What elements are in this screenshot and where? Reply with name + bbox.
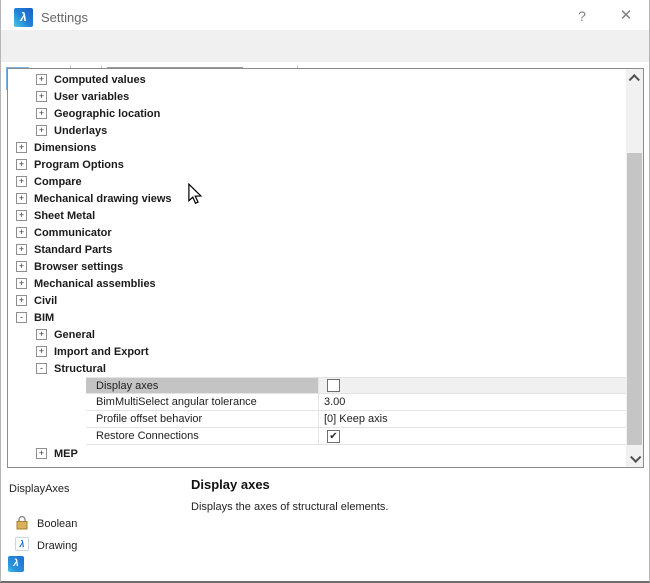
tree-item-underlays[interactable]: + Underlays — [8, 122, 626, 139]
tree-item-compare[interactable]: + Compare — [8, 173, 626, 190]
bricscad-logo-icon: λ — [8, 556, 24, 572]
scroll-down-button[interactable] — [626, 450, 643, 465]
expand-icon[interactable]: + — [16, 244, 27, 255]
tree-item-label: Mechanical assemblies — [34, 278, 156, 290]
expand-icon[interactable]: + — [16, 295, 27, 306]
collapse-icon[interactable]: - — [36, 363, 47, 374]
tree-item-label: Dimensions — [34, 142, 96, 154]
tree-item-label: Structural — [54, 363, 106, 375]
help-button[interactable]: ? — [571, 6, 593, 26]
tree-item-program-options[interactable]: + Program Options — [8, 156, 626, 173]
tree-item-mechanical-assemblies[interactable]: + Mechanical assemblies — [8, 275, 626, 292]
checkbox-restore-connections[interactable]: ✔ — [327, 430, 340, 443]
setting-row-display-axes[interactable]: Display axes — [86, 377, 626, 394]
padlock-icon — [14, 515, 30, 536]
tree-item-label: BIM — [34, 312, 54, 324]
settings-tree-panel: + Computed values + User variables + Geo… — [7, 68, 644, 468]
tree-item-label: User variables — [54, 91, 129, 103]
expand-icon[interactable]: + — [36, 448, 47, 459]
app-logo-icon: λ — [14, 8, 33, 27]
scrollbar-thumb[interactable] — [627, 153, 642, 445]
tree-item-label: Browser settings — [34, 261, 123, 273]
window-title: Settings — [41, 10, 88, 25]
expand-icon[interactable]: + — [16, 278, 27, 289]
tree-item-label: Sheet Metal — [34, 210, 95, 222]
setting-label: Restore Connections — [86, 428, 319, 444]
expand-icon[interactable]: + — [36, 329, 47, 340]
tree-rows: + Computed values + User variables + Geo… — [8, 71, 626, 462]
tree-item-communicator[interactable]: + Communicator — [8, 224, 626, 241]
tree-item-label: Computed values — [54, 74, 146, 86]
expand-icon[interactable]: + — [36, 125, 47, 136]
variable-scope-label: Drawing — [37, 540, 77, 552]
title-bar: λ Settings ? ✕ — [1, 0, 650, 30]
tree-item-label: Compare — [34, 176, 82, 188]
setting-row-restore-connections[interactable]: Restore Connections ✔ — [86, 428, 626, 445]
vertical-scrollbar[interactable] — [626, 69, 643, 467]
tree-item-standard-parts[interactable]: + Standard Parts — [8, 241, 626, 258]
expand-icon[interactable]: + — [16, 193, 27, 204]
drawing-file-icon: λ — [15, 537, 29, 551]
expand-icon[interactable]: + — [36, 74, 47, 85]
tree-item-mechanical-drawing-views[interactable]: + Mechanical drawing views — [8, 190, 626, 207]
expand-icon[interactable]: + — [36, 108, 47, 119]
chevron-down-icon — [630, 451, 641, 462]
tree-item-label: Mechanical drawing views — [34, 193, 172, 205]
tree-item-computed-values[interactable]: + Computed values — [8, 71, 626, 88]
expand-icon[interactable]: + — [16, 159, 27, 170]
setting-row-bimmultiselect-angular-tolerance[interactable]: BimMultiSelect angular tolerance 3.00 — [86, 394, 626, 411]
tree-item-bim[interactable]: - BIM — [8, 309, 626, 326]
expand-icon[interactable]: + — [16, 176, 27, 187]
tree-item-browser-settings[interactable]: + Browser settings — [8, 258, 626, 275]
tree-item-mep[interactable]: + MEP — [8, 445, 626, 462]
expand-icon[interactable]: + — [16, 210, 27, 221]
tree-item-label: Import and Export — [54, 346, 149, 358]
tree-item-label: MEP — [54, 448, 78, 460]
setting-label: Display axes — [86, 378, 319, 393]
setting-label: Profile offset behavior — [86, 411, 319, 427]
expand-icon[interactable]: + — [36, 91, 47, 102]
checkbox-display-axes[interactable] — [327, 379, 340, 392]
tree-item-structural[interactable]: - Structural — [8, 360, 626, 377]
tree-item-label: Program Options — [34, 159, 124, 171]
toolbar: A Z ⚙ ↑ ↓ — [1, 30, 650, 62]
tree-item-dimensions[interactable]: + Dimensions — [8, 139, 626, 156]
tree-item-label: Geographic location — [54, 108, 160, 120]
tree-item-geographic-location[interactable]: + Geographic location — [8, 105, 626, 122]
tree-item-label: Communicator — [34, 227, 112, 239]
expand-icon[interactable]: + — [36, 346, 47, 357]
tree-item-sheet-metal[interactable]: + Sheet Metal — [8, 207, 626, 224]
tree-item-general[interactable]: + General — [8, 326, 626, 343]
variable-type-label: Boolean — [37, 518, 77, 530]
tree-item-user-variables[interactable]: + User variables — [8, 88, 626, 105]
expand-icon[interactable]: + — [16, 142, 27, 153]
tree-item-label: Standard Parts — [34, 244, 112, 256]
chevron-up-icon — [628, 74, 639, 85]
tree-item-import-and-export[interactable]: + Import and Export — [8, 343, 626, 360]
setting-row-profile-offset-behavior[interactable]: Profile offset behavior [0] Keep axis — [86, 411, 626, 428]
setting-title: Display axes — [191, 477, 270, 492]
tree-item-label: General — [54, 329, 95, 341]
scroll-up-button[interactable] — [626, 71, 643, 86]
setting-value[interactable]: 3.00 — [324, 396, 345, 408]
tree-item-label: Civil — [34, 295, 57, 307]
tree-item-civil[interactable]: + Civil — [8, 292, 626, 309]
close-button[interactable]: ✕ — [615, 6, 637, 26]
setting-value[interactable]: [0] Keep axis — [324, 413, 388, 425]
collapse-icon[interactable]: - — [16, 312, 27, 323]
settings-window: λ Settings ? ✕ A Z ⚙ — [0, 0, 650, 583]
setting-label: BimMultiSelect angular tolerance — [86, 394, 319, 410]
variable-name: DisplayAxes — [9, 483, 70, 495]
setting-description: Displays the axes of structural elements… — [191, 501, 388, 513]
expand-icon[interactable]: + — [16, 227, 27, 238]
expand-icon[interactable]: + — [16, 261, 27, 272]
tree-item-label: Underlays — [54, 125, 107, 137]
